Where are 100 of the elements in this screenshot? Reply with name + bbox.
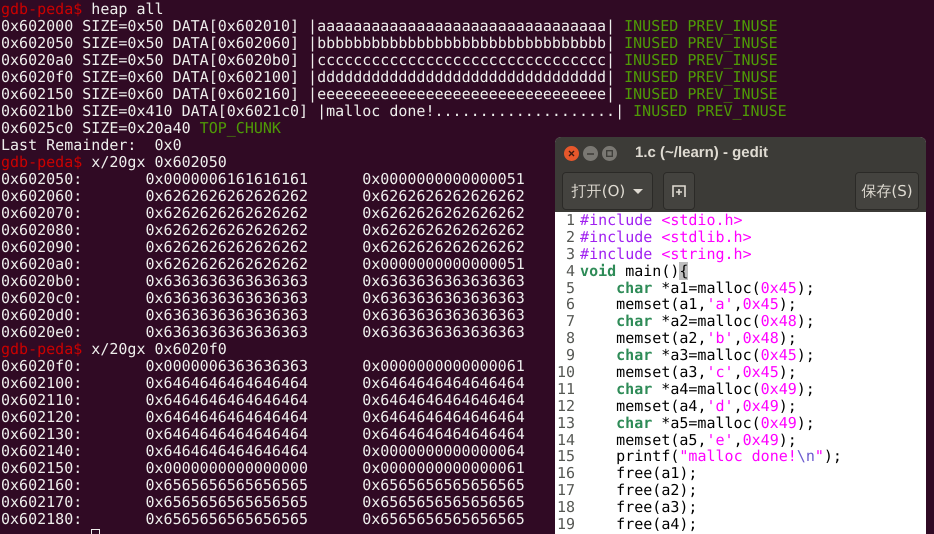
- code-line: memset(a3,'c',0x45);: [615, 364, 797, 381]
- minimize-icon: [587, 152, 594, 154]
- open-button[interactable]: 打开(O): [562, 172, 653, 210]
- new-tab-button[interactable]: [663, 172, 695, 210]
- save-button[interactable]: 保存(S): [855, 172, 919, 210]
- memory-value: 0x6363636363636363: [145, 290, 310, 307]
- code-line: #include <stdio.h>: [580, 212, 743, 229]
- memory-address: 0x602160:: [1, 477, 84, 494]
- memory-value: 0x6363636363636363: [145, 307, 310, 324]
- line-number: 17: [557, 482, 576, 500]
- memory-value: 0x6262626262626262: [362, 239, 525, 256]
- memory-value: 0x6363636363636363: [145, 273, 310, 290]
- code-line: char *a5=malloc(0x49);: [615, 414, 815, 432]
- minimize-button[interactable]: [583, 146, 598, 161]
- code-line: char *a3=malloc(0x45);: [615, 347, 815, 364]
- memory-value: 0x0000006363636363: [145, 358, 310, 375]
- memory-address: 0x6020b0:: [1, 273, 84, 290]
- memory-value: 0x0000000000000061: [362, 460, 525, 477]
- terminal-command: x/20gx 0x602050: [91, 154, 227, 171]
- memory-address: 0x602060:: [1, 188, 84, 205]
- code-line: char *a1=malloc(0x45);: [615, 280, 815, 296]
- code-line: #include <string.h>: [580, 246, 752, 263]
- memory-value: 0x6464646464646464: [145, 409, 310, 426]
- line-number: 15: [557, 448, 576, 466]
- memory-value: 0x6464646464646464: [362, 375, 525, 392]
- memory-value: 0x0000000000000061: [362, 358, 525, 375]
- terminal-output: 0x6020f0 SIZE=0x60 DATA[0x602100] |dddddddddddddddddddddddddddddddd|: [1, 69, 616, 86]
- memory-address: 0x6020f0:: [1, 358, 84, 375]
- code-line: #include <stdlib.h>: [580, 228, 752, 246]
- code-line: free(a2);: [615, 482, 698, 500]
- caret-icon: [633, 188, 644, 194]
- maximize-button[interactable]: [602, 146, 617, 161]
- memory-value: 0x6464646464646464: [362, 426, 525, 443]
- memory-value: 0x6464646464646464: [145, 443, 310, 460]
- line-number: 7: [565, 313, 576, 330]
- memory-value: 0x6262626262626262: [362, 205, 525, 222]
- line-number: 12: [557, 398, 576, 415]
- memory-value: 0x0000000000000064: [362, 443, 525, 460]
- new-tab-icon: [672, 185, 686, 197]
- memory-value: 0x6262626262626262: [145, 239, 310, 256]
- terminal-output: 0x6021b0 SIZE=0x410 DATA[0x6021c0] |malloc done!....................|: [1, 103, 624, 120]
- chunk-flags: TOP_CHUNK: [200, 120, 281, 137]
- close-icon: [568, 150, 575, 157]
- chunk-flags: INUSED PREV_INUSE: [624, 18, 778, 35]
- memory-value: 0x6363636363636363: [362, 324, 525, 341]
- memory-value: 0x6464646464646464: [362, 392, 525, 409]
- line-number: 9: [565, 347, 576, 364]
- code-line: void main(){: [580, 262, 688, 280]
- code-line: free(a1);: [615, 465, 698, 482]
- maximize-icon: [606, 150, 613, 157]
- memory-address: 0x602130:: [1, 426, 84, 443]
- code-line: printf("malloc done!\n");: [615, 448, 842, 466]
- terminal-prompt: gdb-peda$: [1, 341, 82, 358]
- code-line: char *a4=malloc(0x49);: [615, 380, 815, 398]
- terminal-command: heap all: [91, 1, 164, 18]
- chunk-flags: INUSED PREV_INUSE: [633, 103, 787, 120]
- memory-address: 0x6020a0:: [1, 256, 84, 273]
- memory-value: 0x6363636363636363: [362, 273, 525, 290]
- code-line: memset(a1,'a',0x45);: [615, 296, 797, 314]
- memory-value: 0x6262626262626262: [145, 205, 310, 222]
- terminal-prompt: gdb-peda$: [1, 1, 82, 18]
- line-number: 3: [565, 246, 576, 263]
- code-line: memset(a5,'e',0x49);: [615, 432, 797, 448]
- line-number: 16: [557, 465, 576, 482]
- memory-value: 0x6565656565656565: [145, 494, 310, 511]
- terminal-output: 0x602050 SIZE=0x50 DATA[0x602060] |bbbbbbbbbbbbbbbbbbbbbbbbbbbbbbbb|: [1, 35, 616, 52]
- terminal-command: x/20gx 0x6020f0: [91, 341, 227, 358]
- line-number: 4: [565, 262, 576, 280]
- memory-address: 0x602120:: [1, 409, 84, 426]
- terminal-output: Last Remainder: 0x0: [1, 137, 182, 154]
- chunk-flags: INUSED PREV_INUSE: [624, 35, 778, 52]
- memory-value: 0x0000000000000051: [362, 171, 525, 188]
- close-button[interactable]: [564, 146, 579, 161]
- memory-value: 0x6565656565656565: [145, 511, 310, 528]
- line-number: 19: [557, 516, 576, 533]
- code-line: free(a3);: [615, 499, 698, 516]
- memory-value: 0x6464646464646464: [362, 409, 525, 426]
- line-number: 5: [565, 280, 576, 296]
- line-number: 13: [557, 414, 576, 432]
- memory-value: 0x6363636363636363: [145, 324, 310, 341]
- terminal-prompt: gdb-peda$: [1, 154, 82, 171]
- line-number: 6: [565, 296, 576, 314]
- terminal-output: 0x6020a0 SIZE=0x50 DATA[0x6020b0] |cccccccccccccccccccccccccccccccc|: [1, 52, 616, 69]
- memory-value: 0x6464646464646464: [145, 426, 310, 443]
- memory-value: 0x6363636363636363: [362, 290, 525, 307]
- terminal-output: 0x602000 SIZE=0x50 DATA[0x602010] |aaaaaaaaaaaaaaaaaaaaaaaaaaaaaaaa|: [1, 18, 616, 35]
- memory-value: 0x0000006161616161: [145, 171, 310, 188]
- terminal-output: 0x602150 SIZE=0x60 DATA[0x602160] |eeeeeeeeeeeeeeeeeeeeeeeeeeeeeeee|: [1, 86, 616, 103]
- memory-address: 0x6020d0:: [1, 307, 84, 324]
- memory-address: 0x602100:: [1, 375, 84, 392]
- line-number: 2: [565, 228, 576, 246]
- code-line: free(a4);: [615, 516, 698, 533]
- chunk-flags: INUSED PREV_INUSE: [624, 52, 778, 69]
- memory-value: 0x6565656565656565: [145, 477, 310, 494]
- memory-address: 0x602080:: [1, 222, 84, 239]
- memory-address: 0x6020c0:: [1, 290, 84, 307]
- chunk-flags: INUSED PREV_INUSE: [624, 86, 778, 103]
- code-line: char *a2=malloc(0x48);: [615, 313, 815, 330]
- memory-value: 0x0000000000000051: [362, 256, 525, 273]
- memory-value: 0x6262626262626262: [145, 222, 310, 239]
